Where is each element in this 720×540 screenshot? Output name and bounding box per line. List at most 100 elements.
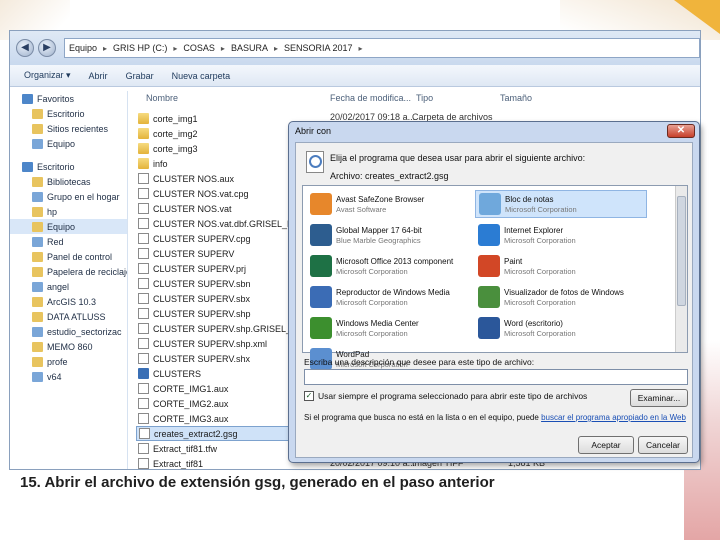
file-icon [138,443,149,454]
nav-item[interactable]: estudio_sectorizac [10,324,127,339]
file-name: Extract_tif81 [153,458,204,469]
nav-item[interactable]: hp [10,204,127,219]
program-name: Word (escritorio) [504,318,563,328]
program-item[interactable]: Paint Microsoft Corporation [475,252,647,280]
program-publisher: Microsoft Corporation [336,328,408,338]
address-bar: ◀ ▶ Equipo ▸ GRIS HP (C:) ▸ COSAS ▸ BASURA ▸ SEN… [10,31,700,65]
col-date[interactable]: Fecha de modifica... [330,93,411,103]
nav-item[interactable]: Papelera de reciclaje [10,264,127,279]
col-type[interactable]: Tipo [416,93,433,103]
nav-item[interactable]: v64 [10,369,127,384]
folder-icon [32,176,43,187]
nav-item[interactable]: Bibliotecas [10,174,127,189]
breadcrumb[interactable]: Equipo ▸ GRIS HP (C:) ▸ COSAS ▸ BASURA ▸ SENSORI… [64,38,700,58]
col-name[interactable]: Nombre [146,93,178,103]
file-icon [138,338,149,349]
nav-item[interactable]: Favoritos [10,91,127,106]
nav-item[interactable]: ArcGIS 10.3 [10,294,127,309]
folder-icon [32,296,43,307]
file-name: CLUSTER SUPERV.prj [153,263,247,274]
web-search-link[interactable]: buscar el programa apropiado en la Web [541,413,686,422]
browse-button[interactable]: Examinar... [630,389,688,407]
program-item[interactable]: Internet Explorer Microsoft Corporation [475,221,647,249]
program-item[interactable]: Bloc de notas Microsoft Corporation [475,190,647,218]
file-icon [138,188,149,199]
accept-button[interactable]: Aceptar [578,436,634,454]
description-input[interactable] [304,369,688,385]
folder-icon [32,206,43,217]
nav-item[interactable]: Escritorio [10,159,127,174]
dialog-title: Abrir con [295,126,332,136]
program-item[interactable]: Avast SafeZone Browser Avast Software [307,190,479,218]
file-name: CLUSTER NOS.vat.cpg [153,188,249,199]
forward-button[interactable]: ▶ [38,39,56,57]
breadcrumb-item[interactable]: GRIS HP (C:) [113,43,167,53]
program-item[interactable]: Word (escritorio) Microsoft Corporation [475,314,647,342]
chevron-right-icon: ▸ [103,43,108,53]
back-button[interactable]: ◀ [16,39,34,57]
nav-item[interactable]: Sitios recientes [10,121,127,136]
program-publisher: Microsoft Corporation [505,204,577,214]
file-name: corte_img2 [153,128,198,139]
scrollbar[interactable] [675,186,687,352]
breadcrumb-item[interactable]: SENSORIA 2017 [284,43,353,53]
nav-item[interactable]: Equipo [10,219,127,234]
app-icon [138,368,149,379]
nav-item[interactable]: angel [10,279,127,294]
nav-item-label: Sitios recientes [47,123,109,134]
cancel-button[interactable]: Cancelar [638,436,688,454]
nav-item-label: Favoritos [37,93,75,104]
toolbar-button[interactable]: Nueva carpeta [172,71,231,81]
program-item[interactable]: Microsoft Office 2013 component Microsoft… [307,252,479,280]
program-icon [479,193,501,215]
toolbar-button[interactable]: Grabar [126,71,154,81]
open-with-dialog: Abrir con ✕ Elija el programa que desea … [288,121,700,463]
nav-item-label: Panel de control [47,251,113,262]
program-item[interactable]: Windows Media Center Microsoft Corporatio… [307,314,479,342]
file-icon [138,203,149,214]
nav-item[interactable]: Grupo en el hogar [10,189,127,204]
file-name: CLUSTER SUPERV.shp [153,308,251,319]
breadcrumb-item[interactable]: BASURA [231,43,268,53]
close-icon[interactable]: ✕ [667,124,695,138]
folder-icon [32,341,43,352]
program-name: Visualizador de fotos de Windows [504,287,624,297]
nav-item[interactable]: Panel de control [10,249,127,264]
scrollbar-thumb[interactable] [677,196,686,306]
program-list[interactable]: Avast SafeZone Browser Avast Software Bloc… [302,185,688,370]
breadcrumb-item[interactable]: COSAS [183,43,215,53]
chevron-right-icon: ▸ [273,43,278,53]
nav-item-label: Escritorio [47,108,85,119]
nav-item[interactable]: Escritorio [10,106,127,121]
program-name: Bloc de notas [505,194,554,204]
program-item[interactable]: Reproductor de Windows Media Microsoft Co… [307,283,479,311]
col-size[interactable]: Tamaño [500,93,532,103]
checkbox-checked-icon[interactable]: ✓ [304,391,314,401]
folder-icon [138,143,149,154]
nav-item[interactable]: Equipo [10,136,127,151]
toolbar-button[interactable]: Organizar ▾ [24,70,71,81]
nav-item[interactable]: MEMO 860 [10,339,127,354]
nav-item-label: angel [47,281,70,292]
always-use-checkbox[interactable]: ✓ Usar siempre el programa seleccionado … [304,391,587,401]
toolbar-button[interactable]: Abrir [89,71,108,81]
search-icon [306,151,324,173]
nav-item[interactable]: Red [10,234,127,249]
column-headers: Nombre Fecha de modifica... Tipo Tamaño [136,93,696,109]
program-name: Avast SafeZone Browser [336,194,425,204]
program-item[interactable]: Visualizador de fotos de Windows Microsof… [475,283,647,311]
folder-icon [138,128,149,139]
program-item[interactable]: Global Mapper 17 64-bit Blue Marble Geogr… [307,221,479,249]
program-text: Internet Explorer Microsoft Corporation [504,226,576,245]
nav-item[interactable]: profe [10,354,127,369]
nav-item[interactable]: DATA ATLUSS [10,309,127,324]
file-name: creates_extract2.gsg [154,428,238,439]
program-publisher: Microsoft Corporation [504,297,576,307]
breadcrumb-item[interactable]: Equipo [69,43,97,53]
nav-item-label: profe [47,356,68,367]
nav-item-label: v64 [47,371,62,382]
folder-icon [32,123,43,134]
program-text: Microsoft Office 2013 component Microsoft… [336,257,453,276]
chevron-right-icon: ▸ [220,43,225,53]
file-icon [139,428,150,439]
